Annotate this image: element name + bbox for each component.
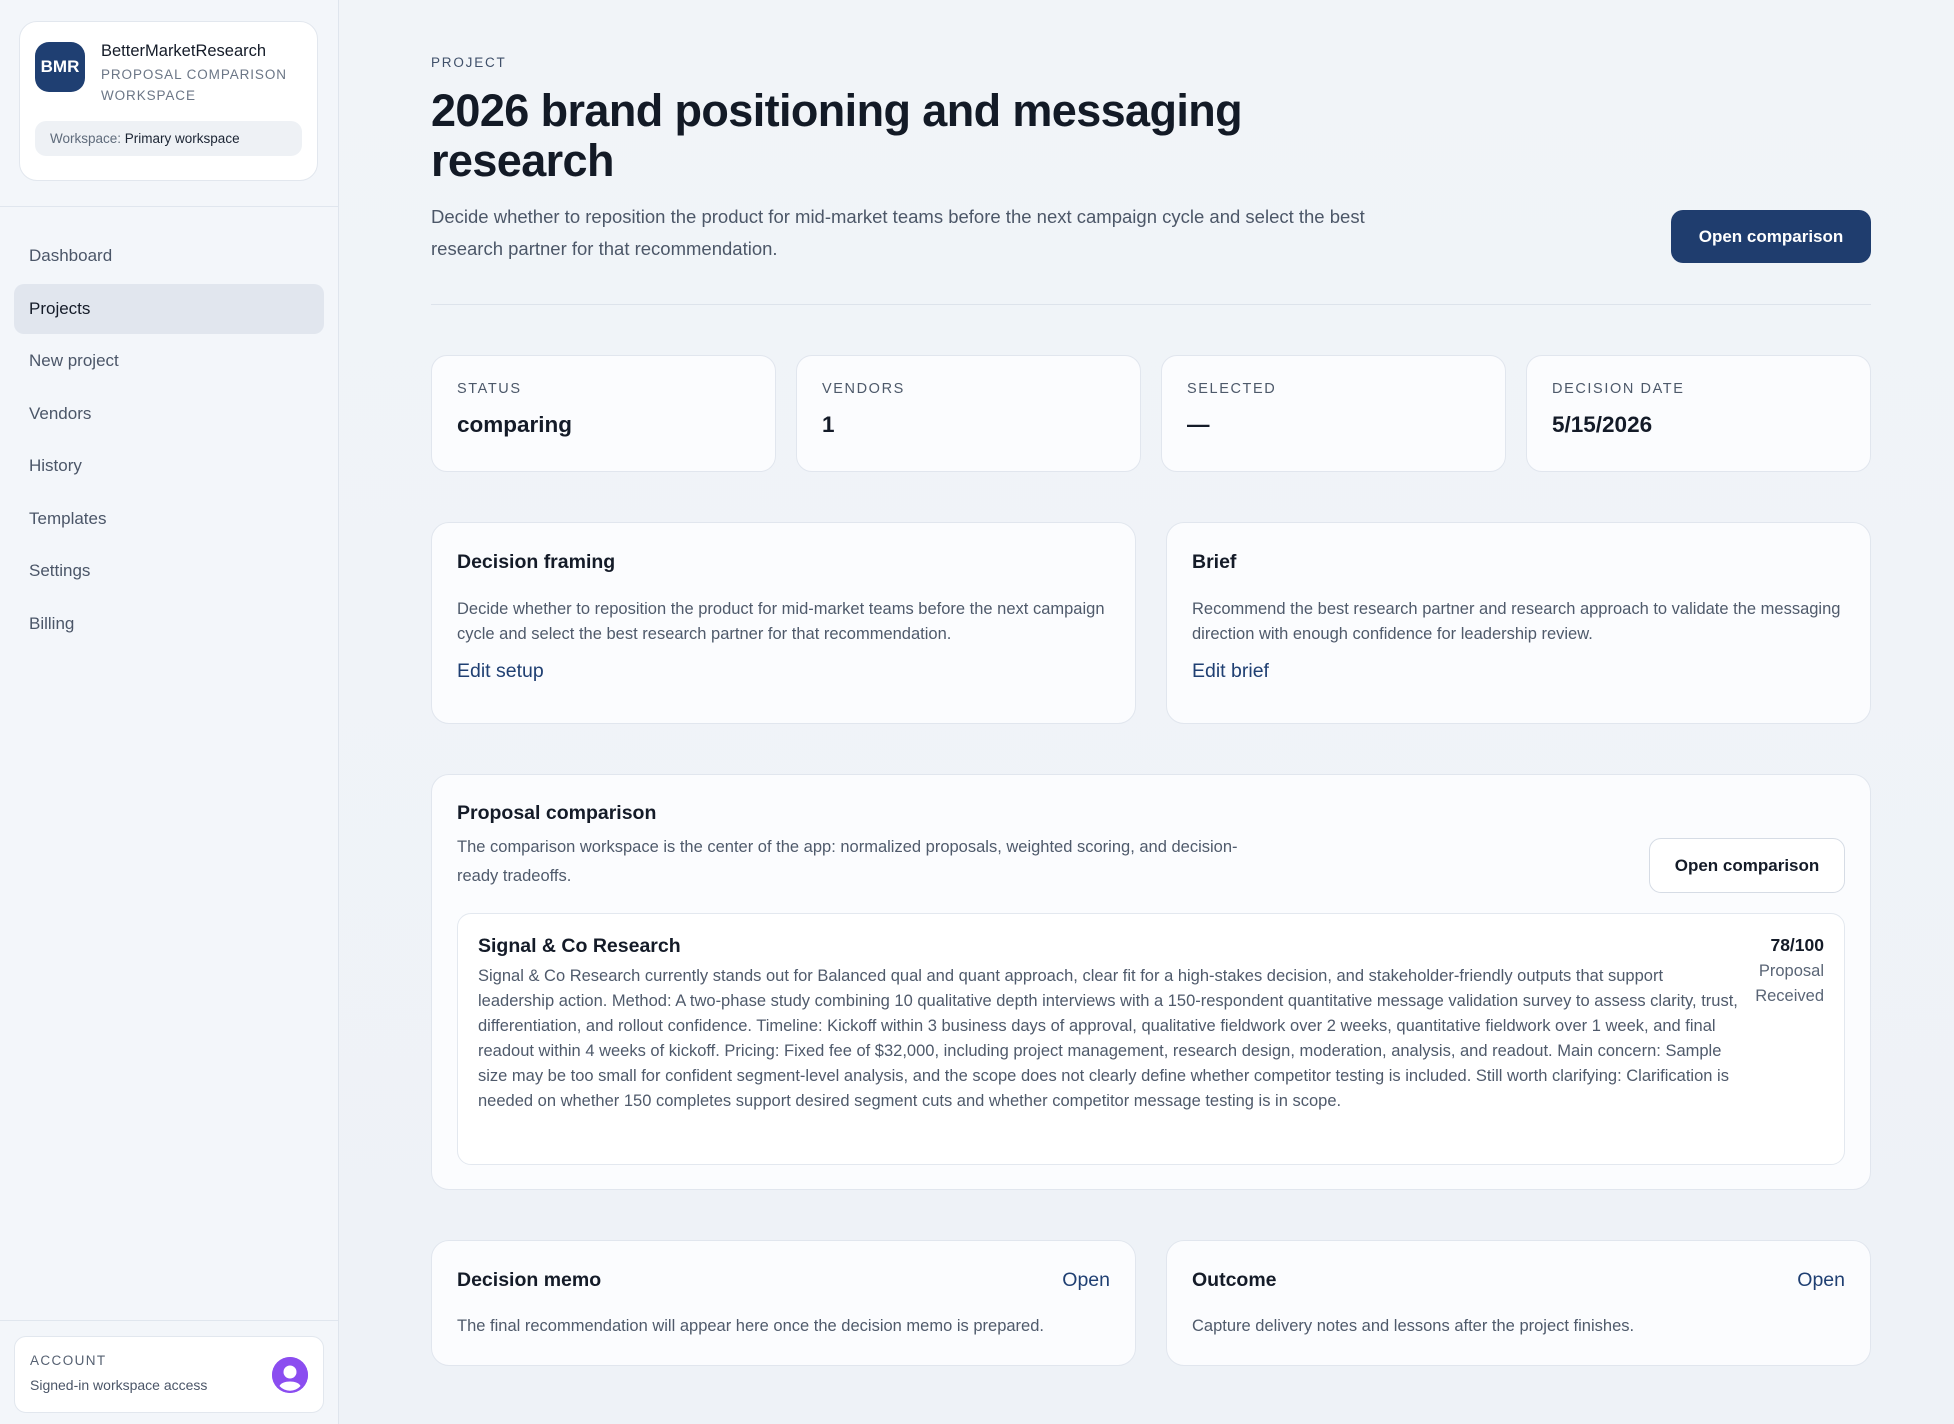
card-text: Decide whether to reposition the product…	[457, 600, 1105, 643]
stat-selected: SELECTED —	[1161, 355, 1506, 472]
brand-text: BetterMarketResearch PROPOSAL COMPARISON…	[101, 39, 301, 106]
card-title: Decision memo	[457, 1269, 602, 1291]
page-description: Decide whether to reposition the product…	[431, 206, 1365, 259]
user-avatar-icon[interactable]	[272, 1357, 308, 1393]
account-divider	[0, 1320, 338, 1321]
card-text: Recommend the best research partner and …	[1192, 600, 1841, 643]
vendor-summary: Signal & Co Research currently stands ou…	[478, 967, 1738, 1110]
proposal-comparison-card: Proposal comparison The comparison works…	[431, 774, 1871, 1190]
sidebar-divider	[0, 206, 338, 207]
sidebar-nav: Dashboard Projects New project Vendors H…	[0, 231, 338, 651]
app-root: BMR BetterMarketResearch PROPOSAL COMPAR…	[0, 0, 1954, 1424]
card-title: Outcome	[1192, 1269, 1277, 1291]
main-content: PROJECT 2026 brand positioning and messa…	[339, 0, 1954, 1424]
sidebar-item-projects[interactable]: Projects	[14, 283, 324, 334]
card-text: The comparison workspace is the center o…	[457, 838, 1238, 885]
page-eyebrow: PROJECT	[431, 55, 507, 70]
card-title: Decision framing	[457, 551, 616, 573]
user-silhouette-icon	[272, 1357, 308, 1393]
card-title: Brief	[1192, 551, 1237, 573]
decision-memo-card: Decision memo Open The final recommendat…	[431, 1240, 1136, 1366]
open-memo-link[interactable]: Open	[1062, 1269, 1110, 1292]
stat-label: STATUS	[457, 381, 522, 397]
account-label: ACCOUNT	[30, 1353, 107, 1368]
outcome-card: Outcome Open Capture delivery notes and …	[1166, 1240, 1871, 1366]
card-text: Capture delivery notes and lessons after…	[1192, 1317, 1635, 1335]
brand-logo[interactable]: BMR	[35, 42, 85, 92]
brand-row: BMR BetterMarketResearch PROPOSAL COMPAR…	[35, 39, 302, 106]
decision-framing-card: Decision framing Decide whether to repos…	[431, 522, 1136, 724]
stat-decision-date: DECISION DATE 5/15/2026	[1526, 355, 1871, 472]
header-divider	[431, 304, 1871, 305]
workspace-label: Workspace:	[50, 131, 122, 146]
stat-label: DECISION DATE	[1552, 381, 1685, 397]
open-outcome-link[interactable]: Open	[1797, 1269, 1845, 1292]
edit-brief-link[interactable]: Edit brief	[1192, 660, 1269, 683]
sidebar: BMR BetterMarketResearch PROPOSAL COMPAR…	[0, 0, 339, 1424]
brief-card: Brief Recommend the best research partne…	[1166, 522, 1871, 724]
stat-value: —	[1187, 412, 1210, 437]
stat-status: STATUS comparing	[431, 355, 776, 472]
vendor-score: 78/100	[1770, 935, 1824, 955]
card-header: Outcome Open	[1192, 1269, 1845, 1292]
stat-value: 1	[822, 412, 835, 437]
sidebar-item-new-project[interactable]: New project	[14, 336, 324, 386]
edit-setup-link[interactable]: Edit setup	[457, 660, 544, 683]
stat-label: SELECTED	[1187, 381, 1277, 397]
workspace-value: Primary workspace	[124, 131, 240, 146]
stat-label: VENDORS	[822, 381, 905, 397]
stats-row: STATUS comparing VENDORS 1 SELECTED — DE…	[431, 355, 1871, 472]
account-description: Signed-in workspace access	[30, 1377, 208, 1393]
vendor-name: Signal & Co Research	[478, 935, 681, 957]
card-title: Proposal comparison	[457, 802, 657, 824]
sidebar-item-history[interactable]: History	[14, 441, 324, 491]
open-comparison-secondary-button[interactable]: Open comparison	[1649, 838, 1845, 893]
sidebar-item-billing[interactable]: Billing	[14, 599, 324, 649]
vendor-status-badge: Proposal Received	[1755, 962, 1824, 1005]
sidebar-item-vendors[interactable]: Vendors	[14, 389, 324, 439]
workspace-selector[interactable]: Workspace: Primary workspace	[35, 121, 302, 156]
stat-value: comparing	[457, 412, 573, 437]
brand-name: BetterMarketResearch	[101, 42, 267, 60]
open-comparison-button[interactable]: Open comparison	[1671, 210, 1871, 263]
sidebar-item-templates[interactable]: Templates	[14, 494, 324, 544]
card-header: Decision memo Open	[457, 1269, 1110, 1292]
vendor-score-block: 78/100 Proposal Received	[1734, 935, 1824, 1009]
brand-subtitle: PROPOSAL COMPARISON WORKSPACE	[101, 67, 287, 103]
brand-card: BMR BetterMarketResearch PROPOSAL COMPAR…	[19, 21, 318, 181]
stat-value: 5/15/2026	[1552, 412, 1653, 437]
sidebar-item-settings[interactable]: Settings	[14, 546, 324, 596]
account-card[interactable]: ACCOUNT Signed-in workspace access	[14, 1336, 324, 1413]
vendor-proposal-item[interactable]: Signal & Co Research Signal & Co Researc…	[457, 913, 1845, 1165]
stat-vendors: VENDORS 1	[796, 355, 1141, 472]
sidebar-item-dashboard[interactable]: Dashboard	[14, 231, 324, 281]
card-text: The final recommendation will appear her…	[457, 1317, 1044, 1335]
page-title: 2026 brand positioning and messaging res…	[431, 85, 1243, 186]
